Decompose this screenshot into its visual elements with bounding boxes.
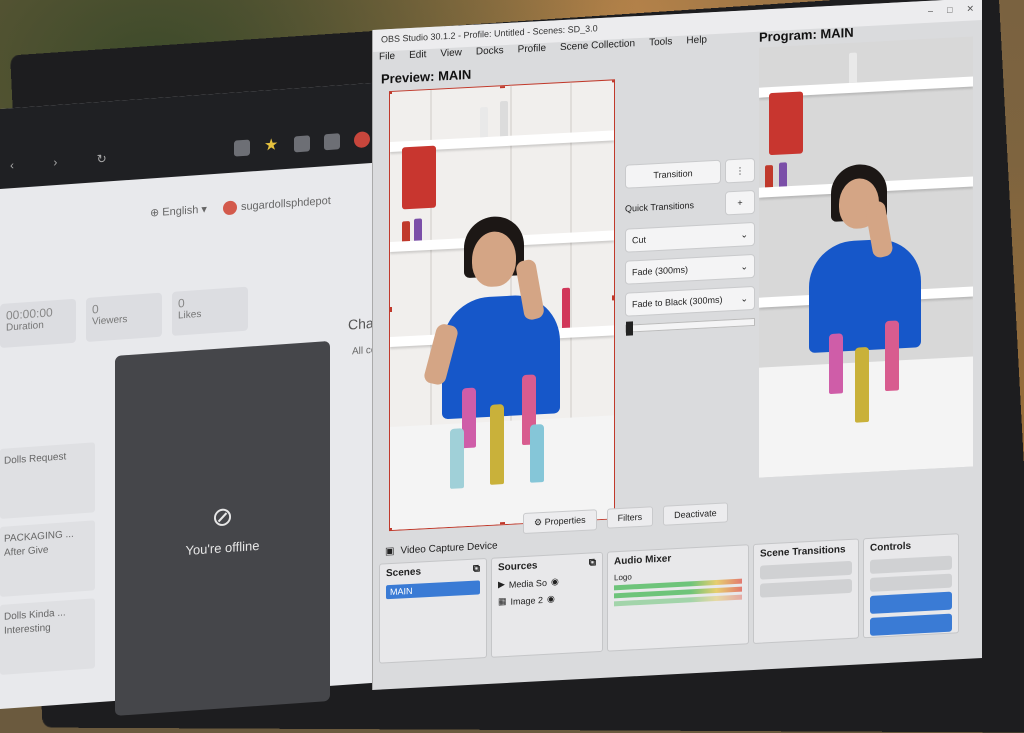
- transition-label: Cut: [632, 234, 647, 246]
- menu-profile[interactable]: Profile: [518, 43, 546, 60]
- menu-help[interactable]: Help: [686, 34, 707, 51]
- popout-icon[interactable]: ⧉: [473, 563, 480, 574]
- menu-docks[interactable]: Docks: [476, 45, 504, 62]
- source-item[interactable]: ▦ Image 2 ◉: [498, 591, 596, 607]
- chevron-down-icon: ⌄: [740, 228, 748, 240]
- quick-transitions-label: Quick Transitions: [625, 200, 695, 214]
- scenes-title: Scenes: [386, 566, 422, 580]
- deactivate-button[interactable]: Deactivate: [663, 502, 728, 526]
- screen: ‹ › ↻ ★ ⊕ English ▾ sugardollsphdepot 00…: [0, 0, 1024, 716]
- stat-viewers: 0 Viewers: [86, 292, 162, 342]
- quick-transition-fade-black[interactable]: Fade to Black (300ms) ⌄: [625, 285, 755, 317]
- filters-label: Filters: [617, 511, 643, 524]
- program-canvas: [759, 36, 973, 478]
- scene-transitions-title: Scene Transitions: [760, 544, 846, 560]
- source-label: Image 2: [510, 594, 544, 607]
- maximize-icon[interactable]: □: [947, 5, 952, 17]
- filters-button[interactable]: Filters: [606, 506, 654, 529]
- extension-icon[interactable]: [234, 139, 250, 157]
- user-menu[interactable]: sugardollsphdepot: [222, 194, 331, 216]
- shelf-sign: [769, 91, 803, 156]
- live-video-placeholder: ⊘ You're offline: [115, 340, 330, 716]
- stat-duration: 00:00:00 Duration: [0, 298, 76, 348]
- language-selector[interactable]: ⊕ English ▾: [150, 203, 207, 221]
- transition-button[interactable]: Transition: [625, 159, 721, 189]
- t-bar-slider[interactable]: [625, 317, 755, 336]
- offline-label: You're offline: [185, 537, 260, 559]
- quick-transition-fade[interactable]: Fade (300ms) ⌄: [625, 253, 755, 285]
- obs-window: OBS Studio 30.1.2 - Profile: Untitled - …: [372, 0, 982, 691]
- user-avatar: [222, 200, 237, 216]
- menu-edit[interactable]: Edit: [409, 49, 426, 66]
- menu-file[interactable]: File: [379, 51, 395, 68]
- nav-icons[interactable]: ‹ › ↻: [10, 150, 125, 172]
- browser-toolbar: ‹ › ↻ ★: [0, 81, 400, 189]
- image-icon: ▦: [498, 595, 507, 607]
- transition-label: Fade (300ms): [632, 264, 689, 278]
- play-icon: ▶: [498, 579, 505, 590]
- transition-select[interactable]: [760, 560, 852, 580]
- add-icon[interactable]: +: [725, 189, 755, 216]
- camera-off-icon: ⊘: [211, 500, 234, 533]
- start-recording-button[interactable]: [870, 573, 952, 592]
- menu-tools[interactable]: Tools: [649, 36, 672, 53]
- scenes-dock: Scenes ⧉ MAIN: [379, 557, 487, 664]
- popout-icon[interactable]: ⧉: [589, 557, 596, 568]
- list-item[interactable]: PACKAGING ... After Give: [0, 520, 95, 597]
- stats-row: 00:00:00 Duration 0 Viewers 0 Likes: [0, 286, 248, 348]
- quick-transition-cut[interactable]: Cut ⌄: [625, 221, 755, 253]
- source-item[interactable]: ▶ Media So ◉: [498, 574, 596, 590]
- stat-likes: 0 Likes: [172, 286, 248, 336]
- audio-mixer-title: Audio Mixer: [614, 553, 672, 568]
- transition-panel: Transition ⋮ Quick Transitions + Cut ⌄ Fa…: [625, 157, 755, 336]
- chevron-down-icon: ⌄: [740, 260, 748, 272]
- audio-mixer-dock: Audio Mixer Logo: [607, 544, 749, 652]
- menu-view[interactable]: View: [440, 47, 462, 64]
- preview-title: Preview: MAIN: [381, 66, 472, 87]
- obs-studio-area: Preview: MAIN Program: MAIN Transition ⋮…: [373, 25, 982, 538]
- eye-icon[interactable]: ◉: [547, 593, 555, 604]
- close-icon[interactable]: ✕: [966, 3, 974, 15]
- controls-dock: Controls: [863, 533, 959, 639]
- properties-button[interactable]: ⚙ Properties: [523, 508, 597, 534]
- browser-window: ‹ › ↻ ★ ⊕ English ▾ sugardollsphdepot 00…: [0, 81, 400, 716]
- left-list: Dolls Request PACKAGING ... After Give D…: [0, 442, 95, 683]
- minimize-icon[interactable]: –: [928, 6, 933, 18]
- deactivate-label: Deactivate: [674, 507, 717, 521]
- preview-canvas[interactable]: [389, 79, 615, 532]
- list-item[interactable]: Dolls Kinda ... Interesting: [0, 598, 95, 675]
- eye-icon[interactable]: ◉: [551, 576, 559, 587]
- profile-avatar[interactable]: [354, 131, 370, 149]
- download-icon[interactable]: [324, 133, 340, 151]
- puzzle-icon[interactable]: [294, 135, 310, 153]
- more-icon[interactable]: ⋮: [725, 157, 755, 184]
- source-label: Media So: [508, 577, 547, 590]
- t-bar-knob[interactable]: [626, 321, 633, 336]
- virtual-camera-button[interactable]: [870, 591, 952, 614]
- studio-mode-button[interactable]: [870, 613, 952, 636]
- star-icon[interactable]: ★: [264, 137, 280, 155]
- duration-input[interactable]: [760, 578, 852, 598]
- username-label: sugardollsphdepot: [240, 194, 331, 214]
- sources-dock: Sources ⧉ ▶ Media So ◉ ▦ Image 2 ◉: [491, 551, 603, 658]
- sources-title: Sources: [498, 560, 538, 574]
- transition-label: Fade to Black (300ms): [632, 294, 723, 310]
- camera-icon: ▣: [385, 545, 395, 558]
- start-streaming-button[interactable]: [870, 555, 952, 574]
- list-item[interactable]: Dolls Request: [0, 442, 95, 519]
- scene-transitions-dock: Scene Transitions: [753, 538, 859, 645]
- controls-title: Controls: [870, 540, 912, 554]
- language-label: English: [162, 204, 199, 219]
- properties-label: Properties: [544, 514, 586, 527]
- chevron-down-icon: ⌄: [740, 292, 748, 304]
- shelf-sign: [402, 145, 436, 210]
- scene-item-main[interactable]: MAIN: [386, 580, 480, 600]
